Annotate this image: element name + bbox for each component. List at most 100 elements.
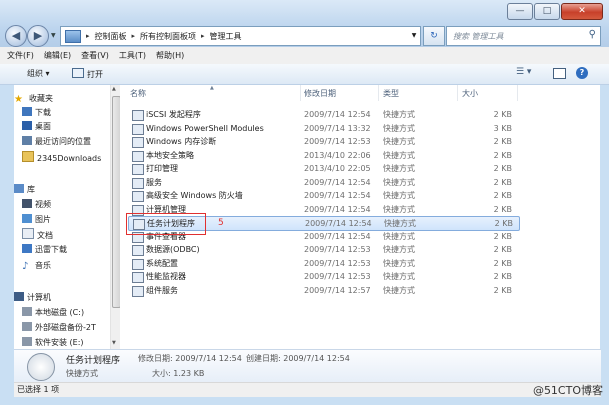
column-header-size[interactable]: 大小 (462, 85, 518, 101)
file-date: 2009/7/14 12:54 (304, 110, 371, 119)
menu-help[interactable]: 帮助(H) (156, 50, 184, 61)
file-name: 高级安全 Windows 防火墙 (146, 191, 243, 200)
nav-label: 文档 (37, 231, 53, 240)
column-header-name[interactable]: 名称 (130, 85, 301, 101)
nav-favorites[interactable]: ★ 收藏夹 (14, 92, 111, 105)
nav-label: 外部磁盘备份-2T (35, 323, 96, 332)
minimize-button[interactable]: — (507, 3, 533, 20)
close-button[interactable]: ✕ (561, 3, 603, 20)
breadcrumb-separator-icon[interactable]: ▸ (201, 32, 205, 40)
file-size: 2 KB (493, 110, 512, 119)
menu-tools[interactable]: 工具(T) (119, 50, 146, 61)
folder-icon (22, 151, 34, 162)
shortcut-icon (132, 164, 144, 175)
file-type: 快捷方式 (383, 272, 415, 281)
details-size: 大小: 1.23 KB (152, 369, 205, 378)
address-bar[interactable]: ▸ 控制面板 ▸ 所有控制面板项 ▸ 管理工具 (60, 26, 410, 46)
file-row[interactable]: 本地安全策略 2013/4/10 22:06 快捷方式 2 KB (128, 149, 520, 162)
breadcrumb-all-items[interactable]: 所有控制面板项 (140, 31, 196, 42)
scroll-down-icon[interactable]: ▼ (112, 340, 116, 346)
nav-item-desktop[interactable]: 桌面 (22, 120, 111, 133)
file-date: 2013/4/10 22:05 (304, 164, 371, 173)
preview-pane-icon[interactable] (553, 68, 566, 79)
refresh-button[interactable]: ↻ (423, 26, 445, 46)
breadcrumb-admin-tools[interactable]: 管理工具 (210, 31, 242, 42)
file-size: 2 KB (493, 231, 512, 241)
drive-icon (22, 337, 32, 346)
column-header-date[interactable]: 修改日期 (304, 85, 379, 101)
nav-item-drive-c[interactable]: 本地磁盘 (C:) (22, 306, 111, 319)
file-row[interactable]: 组件服务 2009/7/14 12:57 快捷方式 2 KB (128, 284, 520, 297)
nav-computer[interactable]: 计算机 (14, 291, 111, 304)
nav-item-documents[interactable]: 文档 (22, 228, 111, 241)
sort-arrow-icon: ▲ (210, 85, 214, 91)
nav-libraries[interactable]: 库 (14, 183, 111, 196)
shortcut-icon (132, 177, 144, 189)
file-row[interactable]: 系统配置 2009/7/14 12:53 快捷方式 2 KB (128, 257, 520, 270)
details-name: 任务计划程序 (66, 356, 121, 366)
file-size: 2 KB (493, 258, 512, 268)
change-view-button[interactable]: ☰ ▾ (516, 67, 531, 77)
file-row[interactable]: 服务 2009/7/14 12:54 快捷方式 2 KB (128, 176, 520, 189)
command-bar: 组织 ▾ 打开 ☰ ▾ ? (0, 64, 609, 85)
nav-item-downloads[interactable]: 下载 (22, 106, 111, 119)
nav-label: 下载 (35, 108, 51, 117)
nav-item-recent[interactable]: 最近访问的位置 (22, 135, 111, 148)
nav-item-thunder-downloads[interactable]: 迅雷下载 (22, 243, 111, 256)
shortcut-icon (132, 272, 144, 283)
file-name: 系统配置 (146, 258, 178, 268)
file-type: 快捷方式 (383, 204, 415, 214)
help-icon[interactable]: ? (576, 67, 588, 79)
file-type: 快捷方式 (383, 150, 415, 160)
organize-button[interactable]: 组织 ▾ (27, 68, 50, 79)
search-icon[interactable]: ⚲ (589, 29, 596, 40)
file-name: 性能监视器 (146, 272, 186, 281)
nav-item-2345downloads[interactable]: 2345Downloads (22, 151, 111, 164)
file-row[interactable]: Windows PowerShell Modules 2009/7/14 13:3… (128, 122, 520, 135)
menu-edit[interactable]: 编辑(E) (44, 50, 71, 61)
back-button[interactable]: ◀ (5, 25, 27, 47)
breadcrumb-separator-icon[interactable]: ▸ (132, 32, 136, 40)
file-type: 快捷方式 (383, 110, 415, 119)
nav-item-drive-e[interactable]: 软件安装 (E:) (22, 336, 111, 349)
open-button[interactable]: 打开 (72, 68, 103, 80)
file-date: 2009/7/14 12:54 (304, 204, 371, 214)
file-row[interactable]: 高级安全 Windows 防火墙 2009/7/14 12:54 快捷方式 2 KB (128, 189, 520, 202)
menu-view[interactable]: 查看(V) (81, 50, 109, 61)
navigation-scrollbar[interactable]: ▲ ▼ (110, 85, 121, 349)
file-date: 2009/7/14 12:54 (304, 231, 371, 241)
nav-item-music[interactable]: ♪ 音乐 (22, 259, 111, 272)
nav-label: 桌面 (35, 122, 51, 131)
nav-item-external-drive[interactable]: 外部磁盘备份-2T (22, 321, 111, 334)
search-box[interactable]: 搜索 管理工具 ⚲ (446, 26, 601, 46)
file-date: 2009/7/14 12:53 (304, 245, 371, 254)
recent-pages-chevron-icon[interactable]: ▼ (51, 32, 56, 39)
file-size: 2 KB (493, 137, 512, 146)
file-size: 3 KB (493, 123, 512, 133)
maximize-button[interactable]: □ (534, 3, 560, 20)
shortcut-icon (132, 245, 144, 256)
forward-button[interactable]: ▶ (27, 25, 49, 47)
file-row[interactable]: 数据源(ODBC) 2009/7/14 12:53 快捷方式 2 KB (128, 243, 520, 256)
nav-item-pictures[interactable]: 图片 (22, 213, 111, 226)
file-date: 2009/7/14 12:53 (304, 137, 371, 146)
breadcrumb-control-panel[interactable]: 控制面板 (95, 31, 127, 42)
file-size: 2 KB (493, 164, 512, 173)
file-row[interactable]: 打印管理 2013/4/10 22:05 快捷方式 2 KB (128, 162, 520, 175)
file-row[interactable]: Windows 内存诊断 2009/7/14 12:53 快捷方式 2 KB (128, 135, 520, 148)
nav-label: 迅雷下载 (35, 245, 67, 254)
scroll-up-icon[interactable]: ▲ (112, 86, 116, 92)
menu-file[interactable]: 文件(F) (7, 50, 34, 61)
file-row[interactable]: iSCSI 发起程序 2009/7/14 12:54 快捷方式 2 KB (128, 108, 520, 121)
file-type: 快捷方式 (383, 164, 415, 173)
nav-item-videos[interactable]: 视频 (22, 198, 111, 211)
file-type: 快捷方式 (383, 258, 415, 268)
download-folder-icon (22, 107, 32, 116)
file-row[interactable]: 性能监视器 2009/7/14 12:53 快捷方式 2 KB (128, 270, 520, 283)
status-bar: 已选择 1 项 (14, 382, 601, 397)
file-size: 2 KB (493, 272, 512, 281)
breadcrumb-separator-icon[interactable]: ▸ (86, 32, 90, 40)
column-header-type[interactable]: 类型 (383, 85, 458, 101)
music-icon: ♪ (22, 261, 29, 272)
address-dropdown-icon[interactable]: ▼ (408, 26, 421, 46)
